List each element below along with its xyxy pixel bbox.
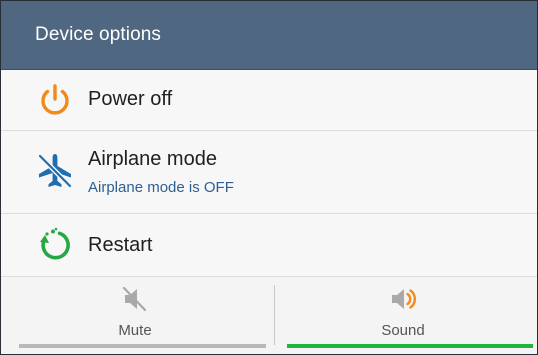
sound-indicator (287, 344, 533, 348)
restart-option[interactable]: Restart (1, 214, 537, 277)
mute-label: Mute (118, 322, 152, 339)
power-off-label: Power off (88, 88, 173, 110)
speaker-mute-icon (122, 286, 147, 312)
device-options-dialog: Device options Power off Airplane mode A… (0, 0, 538, 355)
speaker-sound-icon (392, 289, 417, 309)
sound-button[interactable]: Sound (269, 277, 537, 354)
airplane-mode-status: Airplane mode is OFF (88, 179, 234, 196)
mute-button[interactable]: Mute (1, 277, 269, 354)
sound-label: Sound (381, 322, 425, 339)
airplane-mode-label: Airplane mode (88, 148, 217, 170)
airplane-mode-option[interactable]: Airplane mode Airplane mode is OFF (1, 131, 537, 214)
dialog-header: Device options (1, 1, 537, 70)
power-icon (41, 84, 69, 115)
sound-mode-selector: Mute Sound (1, 277, 537, 354)
restart-icon (40, 227, 70, 260)
power-off-option[interactable]: Power off (1, 70, 537, 131)
dialog-title: Device options (35, 24, 162, 45)
restart-label: Restart (88, 234, 153, 256)
airplane-off-icon (37, 153, 73, 189)
mute-indicator (19, 344, 266, 348)
